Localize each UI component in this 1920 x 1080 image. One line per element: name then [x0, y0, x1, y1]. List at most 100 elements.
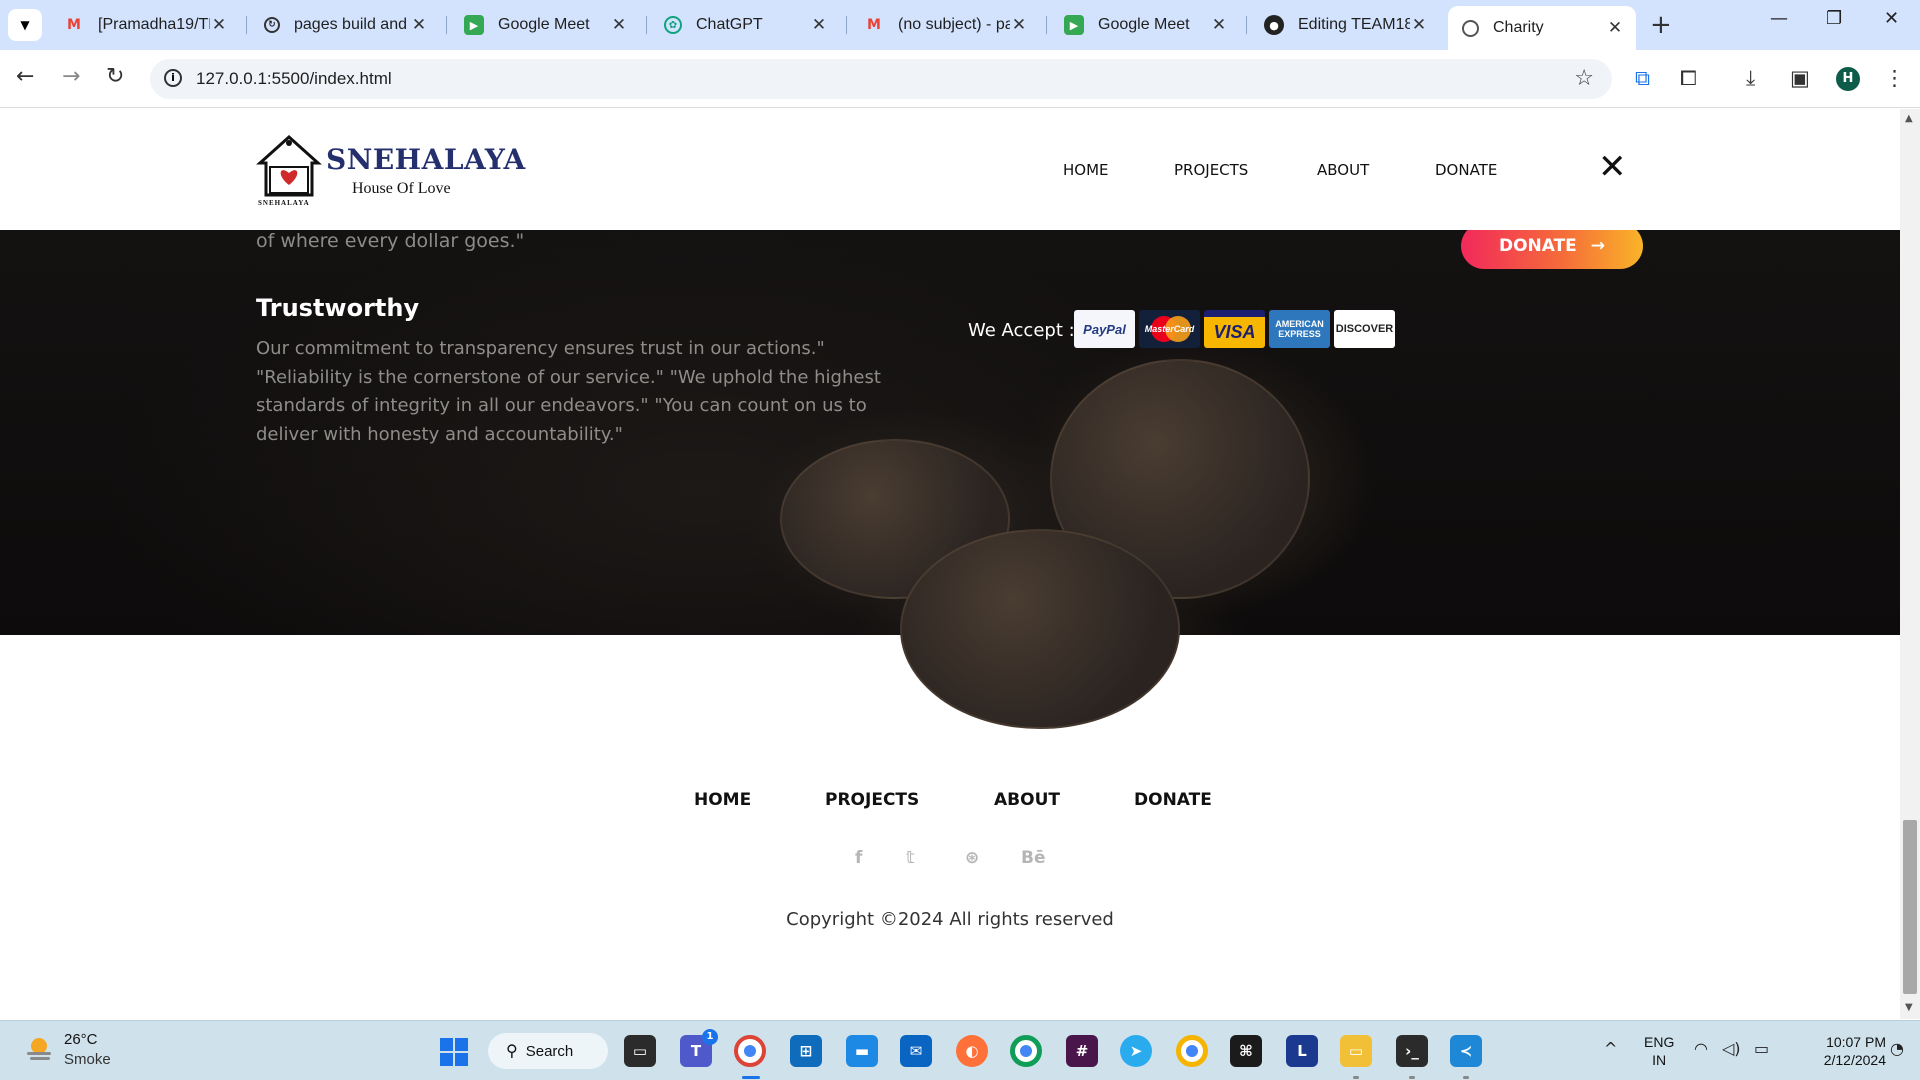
telegram-icon[interactable]: ➤: [1120, 1035, 1152, 1067]
new-tab-button[interactable]: +: [1650, 10, 1672, 40]
terminal-icon[interactable]: ›_: [1396, 1035, 1428, 1067]
tray-chevron-up-icon[interactable]: ^: [1604, 1039, 1617, 1058]
battery-icon[interactable]: ▭: [1754, 1039, 1769, 1058]
bookmark-star-icon[interactable]: ☆: [1574, 66, 1594, 91]
chatgpt-icon: ✿: [664, 16, 682, 34]
header-nav-about[interactable]: ABOUT: [1317, 161, 1369, 179]
google-meet-icon: ▶: [464, 15, 484, 35]
footer-nav-donate[interactable]: DONATE: [1134, 790, 1212, 810]
microsoft-store-icon[interactable]: ⊞: [790, 1035, 822, 1067]
globe-icon: [1462, 19, 1479, 37]
language-indicator[interactable]: ENG IN: [1644, 1033, 1674, 1069]
weather-temperature[interactable]: 26°C: [64, 1031, 98, 1048]
adobe-app-icon[interactable]: ⌘: [1230, 1035, 1262, 1067]
side-panel-icon[interactable]: ▣: [1790, 66, 1810, 90]
chrome-icon[interactable]: [1010, 1035, 1042, 1067]
behance-icon[interactable]: Bē: [1021, 848, 1046, 868]
scroll-down-icon[interactable]: ▼: [1905, 1002, 1913, 1013]
footer-nav-about[interactable]: ABOUT: [994, 790, 1060, 810]
page-viewport: of where every dollar goes." Trustworthy…: [0, 109, 1900, 1019]
tab-label: ChatGPT: [696, 16, 763, 33]
task-view-icon[interactable]: ▭: [624, 1035, 656, 1067]
profile-avatar[interactable]: H: [1836, 67, 1860, 91]
file-explorer-icon[interactable]: ▭: [1340, 1035, 1372, 1067]
close-icon[interactable]: ✕: [1010, 15, 1028, 35]
menu-kebab-icon[interactable]: ⋮: [1884, 66, 1905, 90]
restore-button[interactable]: ❐: [1826, 8, 1842, 29]
chrome-profile-h-icon[interactable]: [734, 1035, 766, 1067]
gmail-icon: M: [867, 17, 881, 33]
tab-editing-team18[interactable]: ● Editing TEAM18 ✕: [1250, 7, 1440, 43]
notification-icon[interactable]: ◔: [1890, 1039, 1904, 1058]
payment-cards: PayPal MasterCard VISA AMERICAN EXPRESS …: [1074, 310, 1395, 348]
tab-google-meet-1[interactable]: ▶ Google Meet ✕: [450, 7, 640, 43]
scroll-up-icon[interactable]: ▲: [1905, 113, 1913, 124]
back-button[interactable]: ←: [16, 64, 34, 89]
header-nav-donate[interactable]: DONATE: [1435, 161, 1497, 179]
desktop-icon[interactable]: ▬: [846, 1035, 878, 1067]
copyright-text: Copyright ©2024 All rights reserved: [786, 909, 1114, 930]
mail-icon[interactable]: ✉: [900, 1035, 932, 1067]
tab-search-dropdown[interactable]: ▼: [8, 9, 42, 41]
tab-google-meet-2[interactable]: ▶ Google Meet ✕: [1050, 7, 1240, 43]
close-icon[interactable]: ✕: [410, 15, 428, 35]
header-nav-projects[interactable]: PROJECTS: [1174, 161, 1248, 179]
taskbar-search[interactable]: ⚲ Search: [488, 1033, 608, 1069]
scrollbar-thumb[interactable]: [1903, 820, 1917, 994]
l-app-icon[interactable]: L: [1286, 1035, 1318, 1067]
search-label: Search: [525, 1042, 574, 1060]
close-icon[interactable]: ✕: [1210, 15, 1228, 35]
tab-charity[interactable]: Charity ✕: [1448, 6, 1636, 50]
header-nav-home[interactable]: HOME: [1063, 161, 1109, 179]
teams-icon[interactable]: T1: [680, 1029, 718, 1067]
paypal-card-icon: PayPal: [1074, 310, 1135, 348]
language-code: ENG: [1644, 1034, 1675, 1050]
forward-button[interactable]: →: [62, 64, 80, 89]
footer-nav-projects[interactable]: PROJECTS: [825, 790, 919, 810]
close-icon[interactable]: ✕: [810, 15, 828, 35]
facebook-icon[interactable]: f: [855, 848, 862, 868]
site-info-icon[interactable]: i: [164, 69, 182, 87]
extensions-icon[interactable]: ⧠: [1680, 66, 1697, 91]
system-clock[interactable]: 10:07 PM 2/12/2024: [1796, 1033, 1886, 1069]
weather-haze-icon[interactable]: [24, 1034, 54, 1064]
github-icon: ●: [1264, 15, 1284, 35]
tab-label: [Pramadha19/TE: [98, 16, 210, 33]
close-icon[interactable]: ✕: [210, 15, 228, 35]
tab-label: (no subject) - pa: [898, 16, 1010, 33]
twitter-icon[interactable]: 𝕥: [906, 848, 915, 868]
close-menu-icon[interactable]: ✕: [1598, 150, 1627, 184]
url-text[interactable]: 127.0.0.1:5500/index.html: [196, 69, 392, 89]
volume-icon[interactable]: ◁): [1722, 1039, 1741, 1058]
minimize-button[interactable]: —: [1770, 8, 1788, 29]
snehalaya-logo[interactable]: SNEHALAYA House Of Love SNEHALAYA: [256, 133, 525, 207]
vscode-icon[interactable]: ≺: [1450, 1035, 1482, 1067]
mastercard-card-icon: MasterCard: [1139, 310, 1200, 348]
donate-button-label: DONATE: [1498, 236, 1577, 256]
tab-gmail-pramadha[interactable]: M [Pramadha19/TE ✕: [50, 7, 240, 43]
tab-chatgpt[interactable]: ✿ ChatGPT ✕: [650, 7, 840, 43]
close-icon[interactable]: ✕: [1606, 18, 1624, 38]
dribbble-icon[interactable]: ⊛: [965, 848, 979, 868]
close-window-button[interactable]: ✕: [1884, 8, 1899, 29]
logo-small-text: SNEHALAYA: [258, 199, 310, 207]
windows-start-icon[interactable]: [440, 1038, 468, 1066]
footer-nav-home[interactable]: HOME: [694, 790, 751, 810]
translate-icon[interactable]: ⧉: [1635, 66, 1650, 91]
close-icon[interactable]: ✕: [610, 15, 628, 35]
close-icon[interactable]: ✕: [1410, 15, 1428, 35]
slack-icon[interactable]: #: [1066, 1035, 1098, 1067]
tab-pages-build[interactable]: ↻ pages build and ✕: [250, 7, 440, 43]
firefox-icon[interactable]: ◐: [956, 1035, 988, 1067]
download-icon[interactable]: ⤓: [1746, 66, 1755, 91]
reload-button[interactable]: ↻: [106, 64, 124, 89]
amex-card-icon: AMERICAN EXPRESS: [1269, 310, 1330, 348]
wifi-icon[interactable]: ◠: [1694, 1039, 1708, 1058]
page-scrollbar[interactable]: ▲ ▼: [1900, 109, 1920, 1019]
tab-gmail-no-subject[interactable]: M (no subject) - pa ✕: [850, 7, 1040, 43]
address-bar[interactable]: i 127.0.0.1:5500/index.html ☆: [150, 59, 1612, 99]
discover-card-icon: DISCOVER: [1334, 310, 1395, 348]
chrome-profile-icon[interactable]: [1176, 1035, 1208, 1067]
weather-condition[interactable]: Smoke: [64, 1051, 111, 1068]
search-icon: ⚲: [506, 1043, 518, 1060]
